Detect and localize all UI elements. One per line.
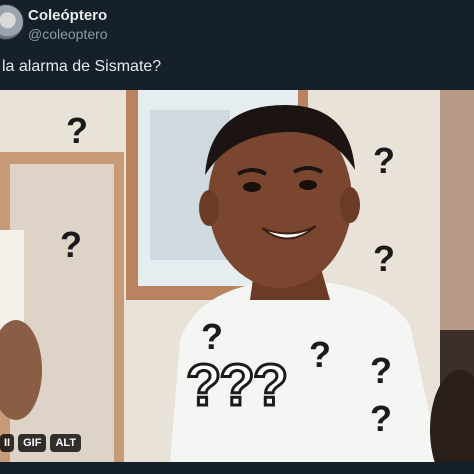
pause-icon[interactable]: II bbox=[0, 434, 15, 452]
tweet-media-gif[interactable]: ? ? ? ? ? ? ? ? ??? II GIF ALT bbox=[0, 90, 474, 462]
question-mark-6: ? bbox=[309, 334, 331, 375]
user-handle[interactable]: @coleoptero bbox=[28, 26, 108, 42]
tweet-header: Coleóptero @coleoptero bbox=[0, 0, 474, 52]
avatar[interactable] bbox=[0, 4, 24, 40]
bottom-divider bbox=[0, 462, 474, 474]
question-mark-4: ? bbox=[373, 238, 395, 279]
question-mark-1: ? bbox=[66, 110, 88, 151]
question-mark-3: ? bbox=[60, 224, 82, 265]
display-name[interactable]: Coleóptero bbox=[28, 7, 107, 24]
big-question-marks: ??? bbox=[184, 352, 289, 420]
question-mark-2: ? bbox=[373, 140, 395, 181]
gif-badge: GIF bbox=[18, 434, 47, 452]
question-mark-7: ? bbox=[370, 350, 392, 391]
media-badges: II GIF ALT bbox=[0, 434, 82, 452]
tweet-text: la alarma de Sismate? bbox=[2, 58, 162, 75]
question-mark-8: ? bbox=[370, 398, 392, 439]
alt-badge[interactable]: ALT bbox=[50, 434, 82, 452]
